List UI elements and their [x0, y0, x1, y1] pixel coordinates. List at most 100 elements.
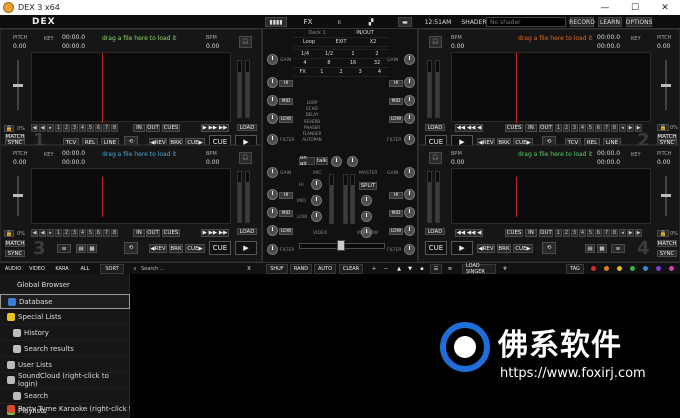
load-button[interactable]: LOAD: [425, 228, 445, 235]
filter-knob-4[interactable]: [404, 244, 415, 255]
lock-icon[interactable]: 🔒: [657, 124, 669, 131]
filter-knob-1[interactable]: [267, 134, 278, 145]
sort-button[interactable]: SORT: [100, 264, 124, 274]
mid-kill-button-3[interactable]: MID: [279, 210, 293, 217]
color-tag-orange[interactable]: [604, 266, 609, 271]
cue-4[interactable]: 4: [79, 124, 86, 132]
scratch-icon[interactable]: ⟲: [124, 242, 138, 254]
forward-icon[interactable]: ▶: [635, 229, 642, 237]
cue-6[interactable]: 6: [595, 229, 602, 237]
out-button[interactable]: OUT: [146, 124, 160, 132]
next-icon[interactable]: ▶: [627, 229, 634, 237]
tree-item-history[interactable]: History: [0, 326, 130, 341]
cue-6[interactable]: 6: [95, 124, 102, 132]
minimize-button[interactable]: —: [590, 0, 620, 15]
remove-button[interactable]: −: [382, 264, 390, 274]
tree-item-global-browser[interactable]: Global Browser: [0, 278, 130, 293]
prev-icon[interactable]: ◀: [39, 229, 46, 237]
headphone-cue-button[interactable]: 🎧: [239, 152, 252, 164]
low-knob-3[interactable]: [267, 225, 278, 236]
learn-button[interactable]: LEARN: [598, 17, 622, 27]
mic-low-knob[interactable]: [311, 211, 322, 222]
cue-1[interactable]: 1: [55, 229, 62, 237]
waveform-display[interactable]: drag a file here to load it: [31, 151, 231, 224]
pitch-slider[interactable]: [13, 60, 23, 110]
clear-search-button[interactable]: X: [244, 264, 254, 274]
cue-fwd-button[interactable]: CUE▶: [185, 244, 205, 253]
loop-size-button[interactable]: 2: [365, 51, 389, 57]
nav-icon[interactable]: ▸: [47, 229, 54, 237]
mid-knob-3[interactable]: [267, 207, 278, 218]
fastforward-button[interactable]: ▶ ▶▶ ▶▶: [201, 229, 229, 237]
rev-button[interactable]: ◀REV: [149, 244, 167, 253]
cue-1[interactable]: 1: [555, 124, 562, 132]
shuffle-button[interactable]: SHUF: [266, 264, 288, 274]
inout-button[interactable]: IN/OUT: [341, 30, 389, 36]
cue-7[interactable]: 7: [603, 124, 610, 132]
cue-5[interactable]: 5: [87, 229, 94, 237]
next-icon[interactable]: ▶: [627, 124, 634, 132]
mid-kill-button-1[interactable]: MID: [279, 98, 293, 105]
cue-4[interactable]: 4: [79, 229, 86, 237]
line-button[interactable]: ≡: [611, 244, 625, 253]
gain-knob-1[interactable]: [267, 54, 278, 65]
cue-6[interactable]: 6: [95, 229, 102, 237]
hi-knob-3[interactable]: [267, 189, 278, 200]
cue-7[interactable]: 7: [103, 229, 110, 237]
menu-icon[interactable]: ▤: [76, 244, 86, 253]
waveform-display[interactable]: drag a file here to load it: [31, 35, 231, 123]
match-button[interactable]: MATCH: [657, 240, 677, 247]
hi-knob-1[interactable]: [267, 77, 278, 88]
nav-icon[interactable]: ▸: [47, 124, 54, 132]
lock-icon[interactable]: 🔒: [657, 230, 669, 237]
filter-knob-3[interactable]: [267, 244, 278, 255]
on-air-button[interactable]: on air: [299, 155, 315, 167]
layout-button[interactable]: ▮▮▮▮: [265, 17, 287, 27]
loop-size-button[interactable]: 32: [365, 60, 389, 66]
maximize-button[interactable]: ☐: [620, 0, 650, 15]
hi-kill-button-4[interactable]: HI: [389, 192, 403, 199]
pause-icon[interactable]: ॥: [334, 17, 344, 27]
in-button[interactable]: IN: [525, 229, 537, 237]
cue-3[interactable]: 3: [571, 124, 578, 132]
search-input[interactable]: Search ...: [141, 264, 236, 274]
mid-knob-4[interactable]: [404, 207, 415, 218]
headphone-cue-button[interactable]: 🎧: [239, 36, 252, 48]
gain-knob-3[interactable]: [267, 167, 278, 178]
split-button[interactable]: SPLIT: [359, 182, 377, 190]
master-hi-knob[interactable]: [361, 195, 372, 206]
low-kill-button-1[interactable]: LOW: [279, 116, 293, 123]
waveform-display[interactable]: drag a file here to load it: [451, 151, 651, 224]
mid-knob-2[interactable]: [404, 95, 415, 106]
video-window-button[interactable]: ▬: [398, 17, 412, 27]
cues-button[interactable]: CUES: [505, 124, 523, 132]
waveform-display[interactable]: drag a file here to load it: [451, 35, 651, 123]
loop-size-button[interactable]: 4: [293, 60, 317, 66]
cue-2[interactable]: 2: [563, 229, 570, 237]
cue-3[interactable]: 3: [71, 229, 78, 237]
tree-item-database[interactable]: Database: [0, 294, 130, 309]
nav-icon[interactable]: ◂: [619, 124, 626, 132]
pitch-slider[interactable]: [661, 60, 671, 110]
mid-kill-button-2[interactable]: MID: [389, 98, 403, 105]
cue-8[interactable]: 8: [611, 229, 618, 237]
cue-4[interactable]: 4: [579, 124, 586, 132]
headphone-cue-button[interactable]: 🎧: [429, 36, 442, 48]
exit-button[interactable]: EXIT: [325, 39, 357, 45]
pitch-slider[interactable]: [661, 176, 671, 216]
filter-karaoke-button[interactable]: KARA: [52, 264, 72, 274]
load-button[interactable]: LOAD: [425, 124, 445, 131]
play-button[interactable]: ▶: [235, 241, 257, 255]
auto-button[interactable]: AUTO: [314, 264, 336, 274]
cue-2[interactable]: 2: [63, 229, 70, 237]
gain-knob-2[interactable]: [404, 54, 415, 65]
tree-item-user-lists[interactable]: User Lists: [0, 358, 130, 373]
loop-size-button[interactable]: 16: [341, 60, 365, 66]
x2-button[interactable]: X2: [357, 39, 389, 45]
tag-button[interactable]: TAG: [566, 264, 584, 274]
low-knob-2[interactable]: [404, 113, 415, 124]
color-tag-blue[interactable]: [643, 266, 648, 271]
settings-icon[interactable]: ▦: [597, 244, 607, 253]
cue-7[interactable]: 7: [603, 229, 610, 237]
settings-icon[interactable]: ▦: [87, 244, 97, 253]
